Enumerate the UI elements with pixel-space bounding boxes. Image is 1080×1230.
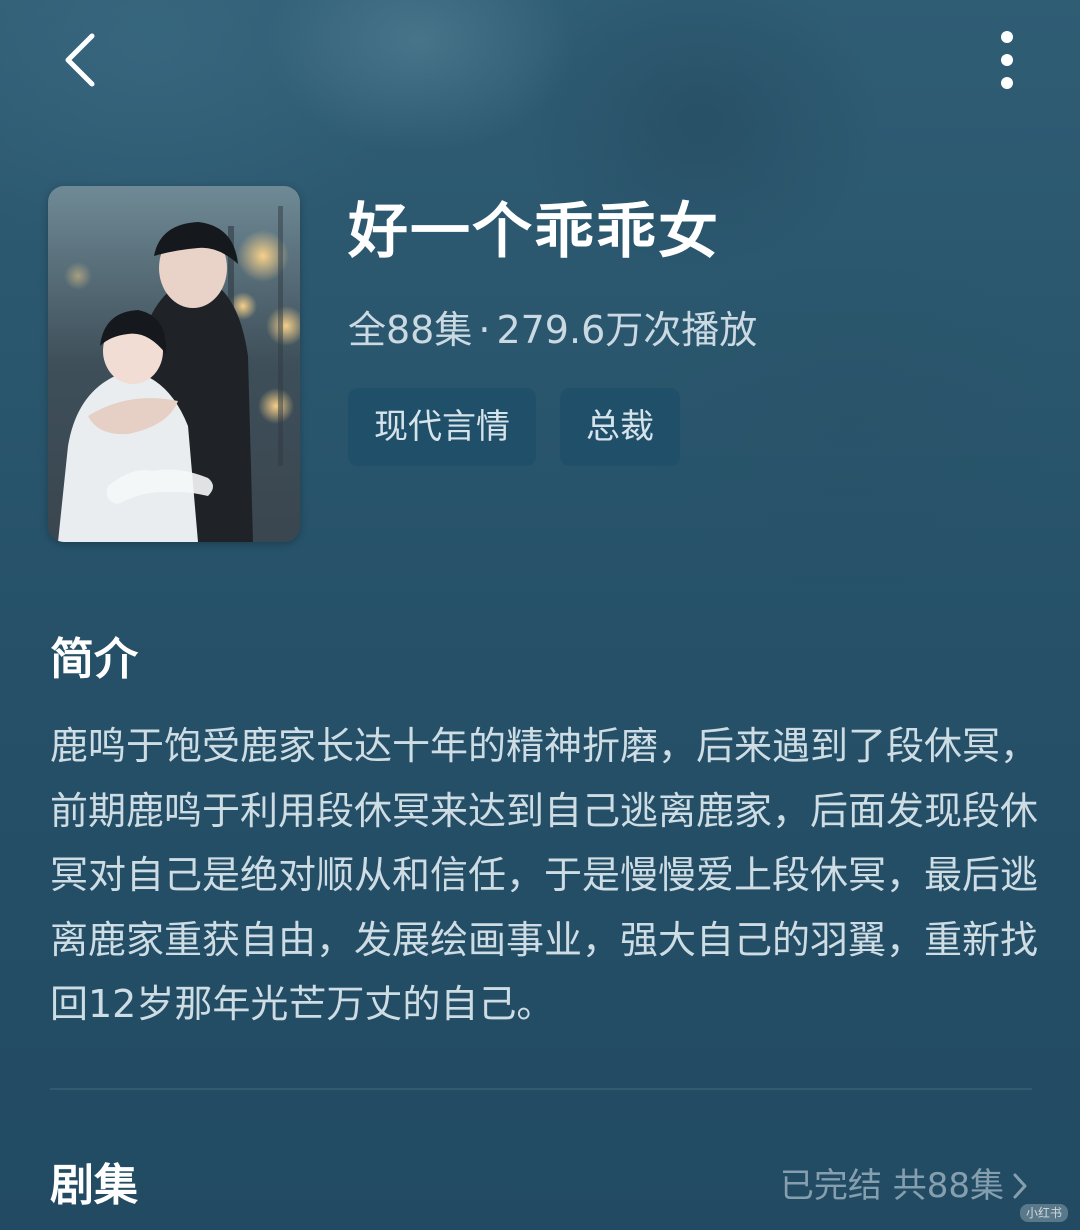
tag-ceo[interactable]: 总裁 xyxy=(560,388,680,466)
meta-separator: · xyxy=(478,308,491,352)
episodes-status-link[interactable]: 已完结 共88集 xyxy=(780,1160,1028,1212)
chevron-right-icon xyxy=(1013,1173,1027,1199)
tag-modern-romance[interactable]: 现代言情 xyxy=(348,388,536,466)
episodes-heading: 剧集 xyxy=(50,1160,138,1211)
drama-stats: 全88集 · 279.6万次播放 xyxy=(348,304,757,356)
more-options-button[interactable] xyxy=(982,28,1032,92)
background-blurred-photo xyxy=(0,0,1080,1230)
drama-title: 好一个乖乖女 xyxy=(348,197,720,267)
watermark: 小红书 xyxy=(1019,1204,1068,1222)
drama-poster[interactable] xyxy=(48,186,300,542)
chevron-left-icon xyxy=(65,33,95,87)
back-button[interactable] xyxy=(52,30,108,90)
genre-tags: 现代言情 总裁 xyxy=(348,388,680,466)
play-count: 279.6万次播放 xyxy=(496,308,758,352)
intro-text: 鹿鸣于饱受鹿家长达十年的精神折磨，后来遇到了段休冥，前期鹿鸣于利用段休冥来达到自… xyxy=(50,724,1039,1026)
section-divider xyxy=(50,1088,1032,1090)
intro-heading: 简介 xyxy=(50,634,138,685)
more-vertical-icon xyxy=(1001,31,1013,89)
episode-count: 全88集 xyxy=(348,308,473,352)
episodes-status-text: 已完结 共88集 xyxy=(779,1166,1004,1206)
